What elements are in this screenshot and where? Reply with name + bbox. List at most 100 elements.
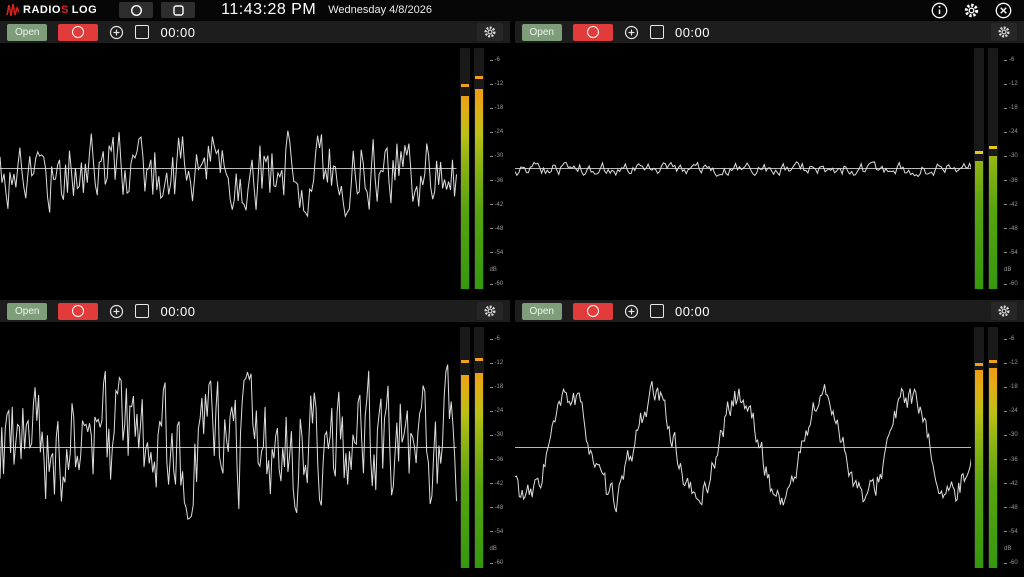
vu-meter-right-channel [988,48,998,289]
panel-content: -6-12-18-24-30-36-42-48-54dB-60 [0,43,510,294]
system-date: Wednesday 4/8/2026 [328,4,432,16]
vu-meter: -6-12-18-24-30-36-42-48-54dB-60 [457,322,510,573]
vu-meter-peak-marker [989,360,997,363]
record-circle-icon [587,26,599,38]
app-logo: RADIOSLOG [6,2,97,18]
recorder-panel-4: Open 00:00 [515,300,1024,573]
plus-circle-icon [109,25,124,40]
recorder-grid: Open 00:00 [0,21,1024,573]
panel-toolbar: Open 00:00 [0,21,510,43]
panel-settings-button[interactable] [477,23,503,41]
record-circle-icon [72,305,84,317]
record-circle-icon [72,26,84,38]
zoom-button[interactable] [109,304,124,319]
waveform-logo-icon [6,2,20,18]
settings-button[interactable] [963,2,980,19]
vu-meter-fill [475,373,483,568]
info-button[interactable] [931,2,948,19]
vu-meter-fill [461,96,469,289]
panel-content: -6-12-18-24-30-36-42-48-54dB-60 [515,43,1024,294]
panel-content: -6-12-18-24-30-36-42-48-54dB-60 [0,322,510,573]
waveform-display [0,322,457,573]
stop-all-button[interactable] [161,2,195,18]
panel-settings-button[interactable] [991,23,1017,41]
vu-meter-right-channel [474,48,484,289]
timer-label: 00:00 [160,25,195,40]
panel-settings-button[interactable] [477,302,503,320]
vu-meter-fill [975,370,983,568]
timer-label: 00:00 [160,304,195,319]
app-titlebar: RADIOSLOG 11:43:28 PM Wednesday 4/8/2026 [0,0,1024,20]
vu-meter-peak-marker [461,84,469,87]
gear-icon [997,304,1011,318]
record-button[interactable] [58,303,98,320]
vu-meter: -6-12-18-24-30-36-42-48-54dB-60 [457,43,510,294]
vu-meter: -6-12-18-24-30-36-42-48-54dB-60 [971,43,1024,294]
monitor-checkbox[interactable] [650,25,664,39]
open-button[interactable]: Open [522,303,562,320]
open-button[interactable]: Open [7,303,47,320]
vu-meter-right-channel [988,327,998,568]
vu-meter-left-channel [460,48,470,289]
waveform-trace [515,162,972,177]
gear-icon [483,25,497,39]
app-title: RADIOSLOG [23,4,97,16]
panel-content: -6-12-18-24-30-36-42-48-54dB-60 [515,322,1024,573]
record-button[interactable] [573,303,613,320]
vu-meter-fill [975,161,983,289]
system-clock: 11:43:28 PM [221,1,316,19]
zoom-button[interactable] [109,25,124,40]
record-circle-icon [130,4,143,17]
timer-label: 00:00 [675,25,710,40]
record-button[interactable] [573,24,613,41]
zoom-button[interactable] [624,304,639,319]
recorder-panel-3: Open 00:00 [0,300,510,573]
vu-meter-left-channel [974,48,984,289]
record-circle-icon [587,305,599,317]
monitor-checkbox[interactable] [135,304,149,318]
vu-meter-right-channel [474,327,484,568]
waveform-display [515,43,972,294]
record-all-button[interactable] [119,2,153,18]
info-icon [931,2,948,19]
waveform-trace [515,381,972,512]
waveform-display [0,43,457,294]
timer-label: 00:00 [675,304,710,319]
vu-meter-scale: -6-12-18-24-30-36-42-48-54dB-60 [488,327,510,568]
vu-meter-fill [461,375,469,568]
panel-toolbar: Open 00:00 [515,300,1024,322]
open-button[interactable]: Open [522,24,562,41]
monitor-checkbox[interactable] [135,25,149,39]
gear-icon [483,304,497,318]
vu-meter-peak-marker [475,76,483,79]
gear-icon [997,25,1011,39]
vu-meter-fill [989,156,997,289]
stop-square-icon [172,4,185,17]
open-button[interactable]: Open [7,24,47,41]
vu-meter-peak-marker [975,363,983,366]
panel-toolbar: Open 00:00 [0,300,510,322]
plus-circle-icon [624,25,639,40]
close-app-button[interactable] [995,2,1012,19]
vu-meter-scale: -6-12-18-24-30-36-42-48-54dB-60 [1002,327,1024,568]
waveform-trace [0,131,457,217]
plus-circle-icon [624,304,639,319]
vu-meter-scale: -6-12-18-24-30-36-42-48-54dB-60 [1002,48,1024,289]
recorder-panel-2: Open 00:00 [515,21,1024,294]
record-button[interactable] [58,24,98,41]
plus-circle-icon [109,304,124,319]
vu-meter: -6-12-18-24-30-36-42-48-54dB-60 [971,322,1024,573]
panel-toolbar: Open 00:00 [515,21,1024,43]
vu-meter-peak-marker [975,151,983,154]
vu-meter-left-channel [974,327,984,568]
gear-icon [963,2,980,19]
waveform-trace [0,365,457,520]
recorder-panel-1: Open 00:00 [0,21,510,294]
zoom-button[interactable] [624,25,639,40]
vu-meter-peak-marker [989,146,997,149]
vu-meter-peak-marker [475,358,483,361]
vu-meter-left-channel [460,327,470,568]
vu-meter-peak-marker [461,360,469,363]
monitor-checkbox[interactable] [650,304,664,318]
panel-settings-button[interactable] [991,302,1017,320]
